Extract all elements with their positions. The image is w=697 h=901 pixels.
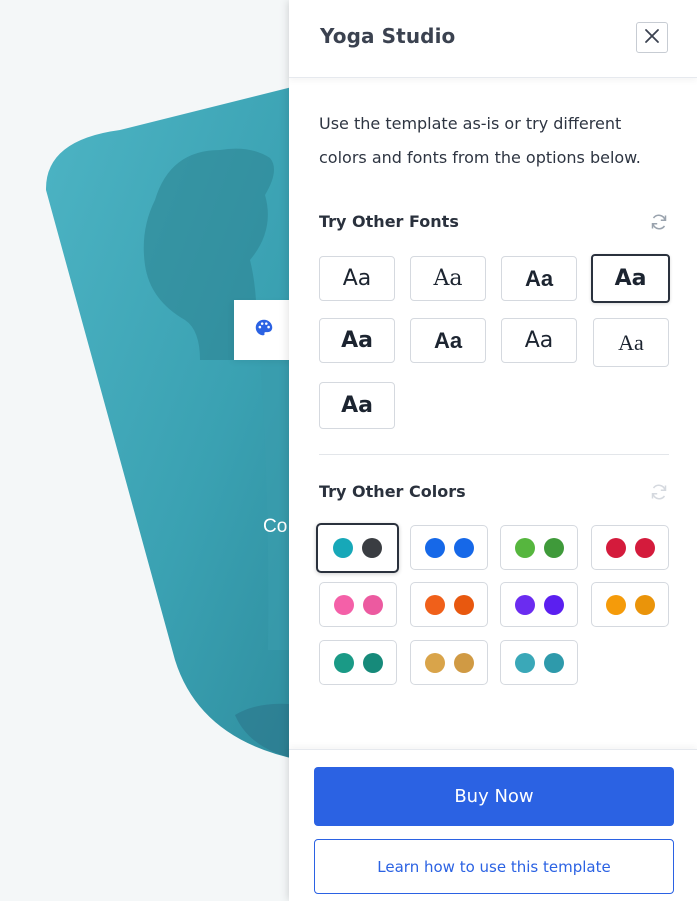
color-option-6[interactable] [410,582,488,627]
color-option-10[interactable] [410,640,488,685]
refresh-fonts-button[interactable] [649,212,669,232]
font-option-8[interactable]: Aa [593,318,669,367]
color-option-1[interactable] [316,523,399,573]
color-option-11[interactable] [500,640,578,685]
font-option-6[interactable]: Aa [410,318,486,363]
color-option-8[interactable] [591,582,669,627]
hero-text: Co [263,516,288,537]
color-option-2[interactable] [410,525,488,570]
font-option-3[interactable]: Aa [501,256,577,301]
font-option-2[interactable]: Aa [410,256,486,301]
font-option-7[interactable]: Aa [501,318,577,363]
color-dot [543,594,564,615]
font-option-9[interactable]: Aa [319,382,395,429]
color-dot [362,594,383,615]
color-dot [514,652,535,673]
color-dot [362,538,382,558]
color-dot [514,537,535,558]
close-icon [644,28,660,48]
panel-header: Yoga Studio [289,0,697,78]
color-dot [634,537,655,558]
color-option-7[interactable] [500,582,578,627]
color-option-5[interactable] [319,582,397,627]
color-dot [333,538,353,558]
color-dot [453,594,474,615]
palette-icon [253,317,275,343]
customize-panel: Yoga Studio Use the template as-is or tr… [289,0,697,901]
color-dot [362,652,383,673]
refresh-icon [649,214,669,236]
buy-now-button[interactable]: Buy Now [314,767,674,826]
color-dot [634,594,655,615]
section-divider [319,454,669,455]
color-dot [543,652,564,673]
refresh-colors-button[interactable] [649,482,669,502]
color-option-3[interactable] [500,525,578,570]
color-dot [543,537,564,558]
color-dot [333,594,354,615]
font-option-1[interactable]: Aa [319,256,395,301]
color-option-9[interactable] [319,640,397,685]
color-option-4[interactable] [591,525,669,570]
color-dot [605,537,626,558]
color-dot [333,652,354,673]
color-dot [424,652,445,673]
font-option-5[interactable]: Aa [319,318,395,363]
font-option-4[interactable]: Aa [591,254,670,303]
customize-tab[interactable] [234,300,296,360]
color-dot [605,594,626,615]
color-dot [453,652,474,673]
color-dot [424,594,445,615]
refresh-icon [649,484,669,506]
color-dot [453,537,474,558]
color-dot [424,537,445,558]
learn-template-button[interactable]: Learn how to use this template [314,839,674,894]
intro-text: Use the template as-is or try different … [319,114,641,167]
color-dot [514,594,535,615]
panel-footer: Buy Now Learn how to use this template [289,749,697,901]
close-button[interactable] [636,22,668,53]
fonts-section-title: Try Other Fonts [319,212,459,231]
colors-section-title: Try Other Colors [319,482,466,501]
panel-title: Yoga Studio [320,24,456,48]
